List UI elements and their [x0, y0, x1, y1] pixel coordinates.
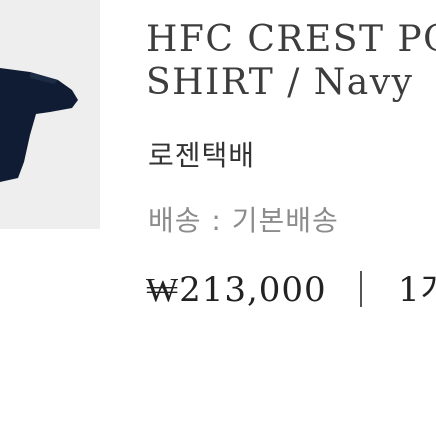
- product-title: HFC CREST PC SHIRT / Navy: [146, 18, 436, 104]
- product-thumbnail[interactable]: [0, 0, 100, 229]
- product-quantity: 1개: [398, 270, 436, 310]
- shipping-info: 배송 : 기본배송: [148, 204, 339, 237]
- product-detail-page: HFC CREST PC SHIRT / Navy 로젠택배 배송 : 기본배송…: [0, 0, 436, 436]
- shipping-method: 로젠택배: [148, 139, 256, 172]
- product-title-line1: HFC CREST PC: [146, 19, 436, 60]
- product-title-line2: SHIRT / Navy: [146, 62, 414, 103]
- product-price: ₩213,000: [146, 270, 327, 310]
- shirt-image: [0, 0, 100, 229]
- price-separator: [360, 271, 362, 307]
